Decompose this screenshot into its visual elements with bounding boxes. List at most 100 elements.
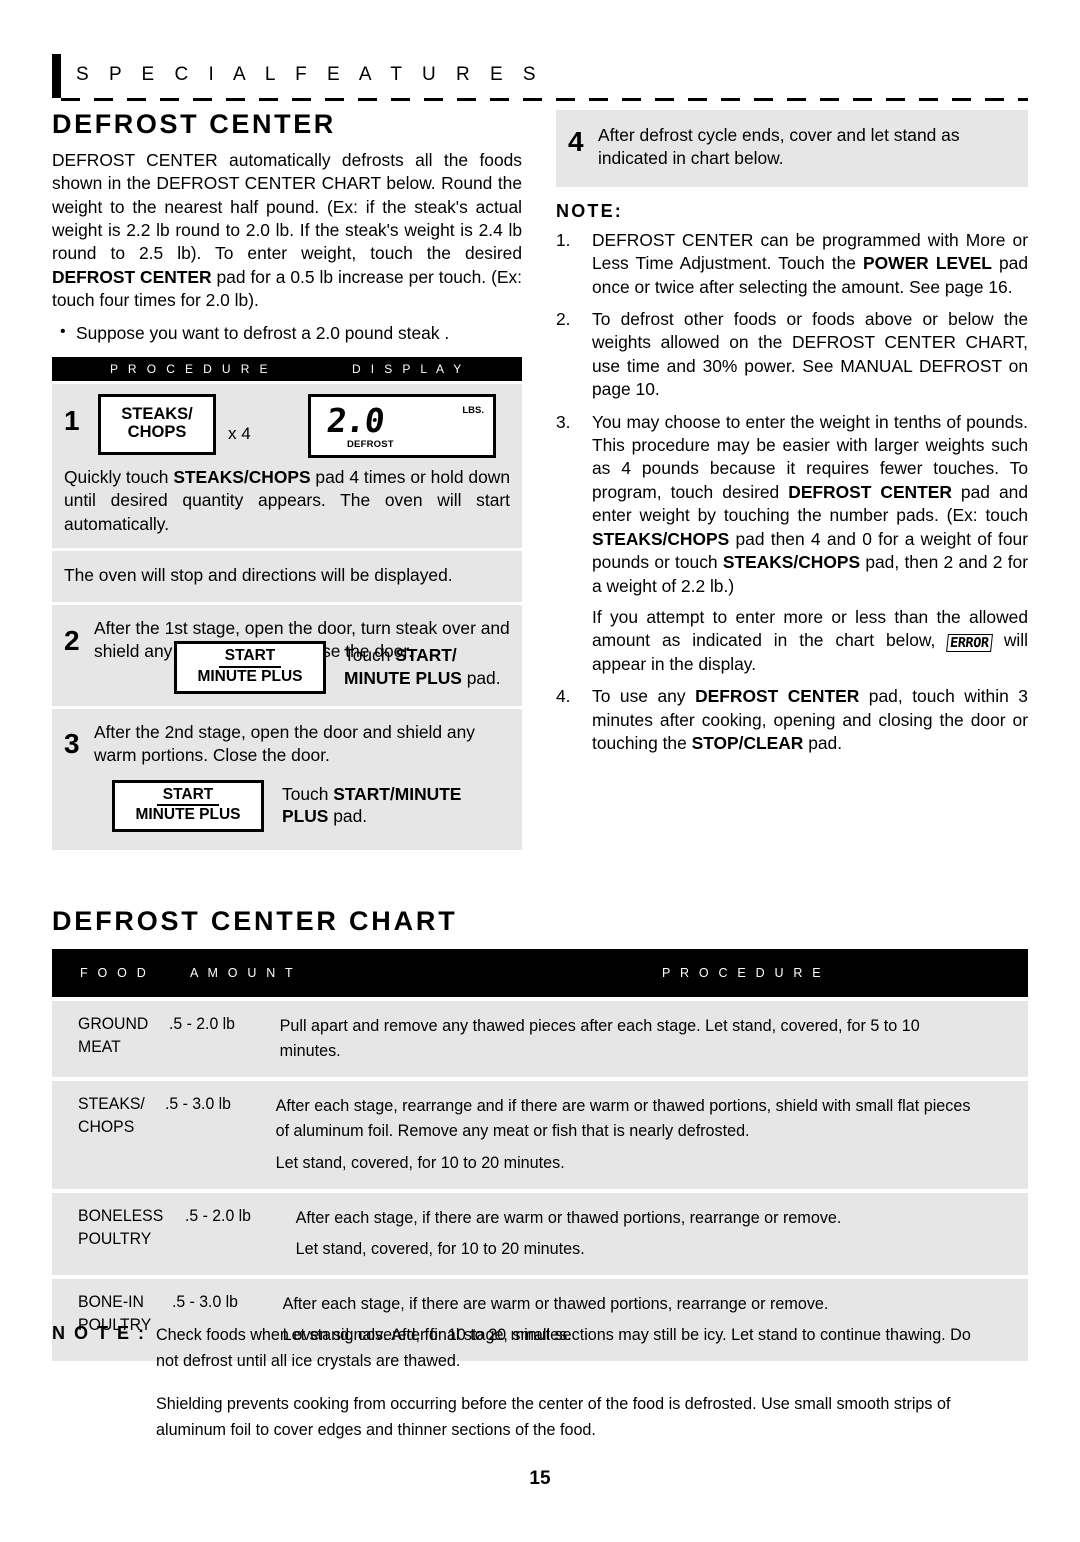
step-1-multiplier: x 4 — [228, 423, 251, 443]
step-2-bold-minute-plus: MINUTE PLUS — [344, 668, 462, 689]
chart-food-line1: STEAKS/ — [78, 1094, 145, 1114]
note-1-bold-power-level: POWER LEVEL — [863, 253, 992, 274]
intro-text-a: DEFROST CENTER automatically defrosts al… — [52, 149, 522, 264]
chart-cell-procedure: After each stage, rearrange and if there… — [268, 1093, 981, 1174]
note-3-paragraph-2: If you attempt to enter more or less tha… — [592, 606, 1028, 676]
start-label-step3: START — [156, 786, 220, 807]
note-2-number: 2. — [556, 309, 571, 330]
note-4-bold-defrost-center: DEFROST CENTER — [695, 686, 860, 707]
chart-food-line2: CHOPS — [78, 1117, 135, 1137]
procedure-table-header: P R O C E D U R E D I S P L A Y — [52, 356, 522, 381]
note-item-1: 1. DEFROST CENTER can be programmed with… — [556, 229, 1028, 299]
step-3-row: 3 After the 2nd stage, open the door and… — [64, 721, 510, 768]
chart-cell-procedure: After each stage, if there are warm or t… — [288, 1205, 982, 1261]
right-column: 4 After defrost cycle ends, cover and le… — [556, 110, 1028, 764]
header-section-label: S P E C I A L F E A T U R E S — [76, 64, 544, 85]
step-3-touch-instruction: Touch START/MINUTE PLUS pad. — [282, 780, 461, 829]
note-3-paragraph-1: You may choose to enter the weight in te… — [592, 411, 1028, 598]
note-4-number: 4. — [556, 686, 571, 707]
chart-food-line1: BONELESS — [78, 1205, 164, 1225]
step-1-controls-row: 1 STEAKS/ CHOPS x 4 2.0 LBS. DEFROST — [64, 393, 510, 458]
note-3-bold-steaks-chops-1: STEAKS/CHOPS — [592, 528, 730, 549]
step-1-bold-pad: STEAKS/CHOPS — [173, 466, 311, 487]
step-2-touch-instruction: Touch START/MINUTE PLUS pad. — [344, 641, 501, 690]
note-item-4: 4. To use any DEFROST CENTER pad, touch … — [556, 685, 1028, 755]
intro-bold-defrost-center: DEFROST CENTER — [52, 266, 212, 287]
chart-food-line2: MEAT — [78, 1036, 121, 1056]
step-3-bold-plus: PLUS — [282, 806, 329, 827]
chart-procedure-paragraph: After each stage, if there are warm or t… — [282, 1294, 829, 1314]
steaks-chops-pad-button[interactable]: STEAKS/ CHOPS — [98, 393, 216, 455]
chart-table-header: F O O D A M O U N T P R O C E D U R E — [52, 949, 1028, 997]
chart-column-header-amount: A M O U N T — [190, 966, 296, 980]
start-label-step2: START — [218, 648, 282, 669]
procedure-display-table: P R O C E D U R E D I S P L A Y 1 STEAKS… — [52, 356, 522, 851]
chart-food-line1: GROUND — [78, 1014, 149, 1033]
step-3-instruction: After the 2nd stage, open the door and s… — [94, 721, 475, 766]
note-3-bold-defrost-center: DEFROST CENTER — [788, 481, 952, 502]
step-3-number: 3 — [64, 727, 80, 759]
intro-bullet: Suppose you want to defrost a 2.0 pound … — [52, 321, 522, 345]
step-4-number: 4 — [568, 126, 584, 157]
step-1-number: 1 — [64, 404, 80, 436]
start-minute-plus-pad-button-step2[interactable]: START MINUTE PLUS — [174, 641, 326, 694]
header-accent-bar — [52, 54, 61, 98]
note-2-text: To defrost other foods or foods above or… — [592, 309, 1028, 400]
notes-list: 1. DEFROST CENTER can be programmed with… — [556, 229, 1028, 756]
chart-cell-amount: .5 - 2.0 lb — [168, 1014, 235, 1033]
note-4-bold-stop-clear: STOP/CLEAR — [691, 733, 804, 753]
chart-cell-amount: .5 - 2.0 lb — [184, 1205, 251, 1225]
chart-column-header-procedure: P R O C E D U R E — [662, 966, 824, 980]
chart-cell-amount: .5 - 3.0 lb — [171, 1292, 238, 1312]
chart-procedure-paragraph: Pull apart and remove any thawed pieces … — [279, 1016, 920, 1061]
page-header: S P E C I A L F E A T U R E S — [52, 52, 1028, 104]
chart-cell-food: GROUND MEAT — [52, 1013, 148, 1059]
lcd-display-panel: 2.0 LBS. DEFROST — [308, 393, 496, 458]
step-3-controls-row: START MINUTE PLUS Touch START/MINUTE PLUS… — [112, 779, 510, 833]
table-row: GROUND MEAT .5 - 2.0 lb Pull apart and r… — [52, 1001, 1028, 1078]
error-lcd-badge: ERROR — [946, 634, 993, 653]
note-4-text-c: pad. — [803, 733, 843, 753]
note-3-number: 3. — [556, 411, 571, 432]
step-3-bold-start-minute: START/MINUTE — [333, 783, 462, 804]
left-column: DEFROST CENTER DEFROST CENTER automatica… — [52, 109, 522, 851]
intro-paragraph: DEFROST CENTER automatically defrosts al… — [52, 149, 522, 313]
chart-procedure-paragraph: After each stage, rearrange and if there… — [275, 1096, 971, 1141]
steaks-chops-pad-line1: STEAKS/ — [121, 404, 193, 423]
chart-title: DEFROST CENTER CHART — [52, 906, 458, 936]
chart-procedure-paragraph: Let stand, covered, for 10 to 20 minutes… — [295, 1238, 585, 1258]
steaks-chops-pad-line2: CHOPS — [127, 422, 187, 441]
step-4-instruction: After defrost cycle ends, cover and let … — [598, 125, 960, 169]
step-2-touch-a: Touch — [344, 645, 396, 666]
step-2-touch-b: pad. — [461, 668, 501, 689]
bottom-note-label: N O T E : — [52, 1323, 146, 1343]
procedure-step-1: 1 STEAKS/ CHOPS x 4 2.0 LBS. DEFROST Qui… — [52, 383, 522, 549]
column-header-procedure: P R O C E D U R E — [110, 361, 271, 376]
bottom-note-paragraph-1: Check foods when oven signals. After fin… — [156, 1325, 971, 1370]
lcd-units-label: LBS. — [462, 404, 484, 416]
step-2-number: 2 — [64, 624, 80, 656]
minute-plus-label-step2: MINUTE PLUS — [197, 668, 303, 686]
step-2-bold-start: START/ — [395, 645, 457, 666]
note-4-text-a: To use any — [592, 686, 696, 707]
chart-cell-procedure: Pull apart and remove any thawed pieces … — [272, 1013, 981, 1063]
note-1-number: 1. — [556, 229, 571, 250]
chart-procedure-paragraph: Let stand, covered, for 10 to 20 minutes… — [275, 1152, 565, 1172]
table-row: BONELESS POULTRY .5 - 2.0 lb After each … — [52, 1192, 1028, 1276]
note-heading: NOTE: — [556, 200, 623, 221]
page-title: DEFROST CENTER — [52, 109, 336, 139]
defrost-center-chart-section: DEFROST CENTER CHART F O O D A M O U N T… — [52, 906, 1028, 1362]
step-1-text-a: Quickly touch — [64, 466, 174, 487]
bottom-note-paragraph-2: Shielding prevents cooking from occurrin… — [156, 1394, 951, 1439]
procedure-step-3: 3 After the 2nd stage, open the door and… — [52, 708, 522, 851]
chart-food-line2: POULTRY — [78, 1228, 152, 1248]
chart-food-line1: BONE-IN — [78, 1292, 144, 1312]
step-3-touch-a: Touch — [282, 783, 334, 804]
chart-cell-amount: .5 - 3.0 lb — [164, 1094, 231, 1114]
chart-cell-food: BONELESS POULTRY — [52, 1205, 163, 1251]
table-row: STEAKS/ CHOPS .5 - 3.0 lb After each sta… — [52, 1081, 1028, 1189]
note-3-bold-steaks-chops-2: STEAKS/CHOPS — [722, 552, 861, 573]
bottom-note-section: N O T E : Check foods when oven signals.… — [52, 1322, 1028, 1442]
start-minute-plus-pad-button-step3[interactable]: START MINUTE PLUS — [112, 779, 264, 833]
lcd-weight-value: 2.0 — [324, 400, 387, 440]
